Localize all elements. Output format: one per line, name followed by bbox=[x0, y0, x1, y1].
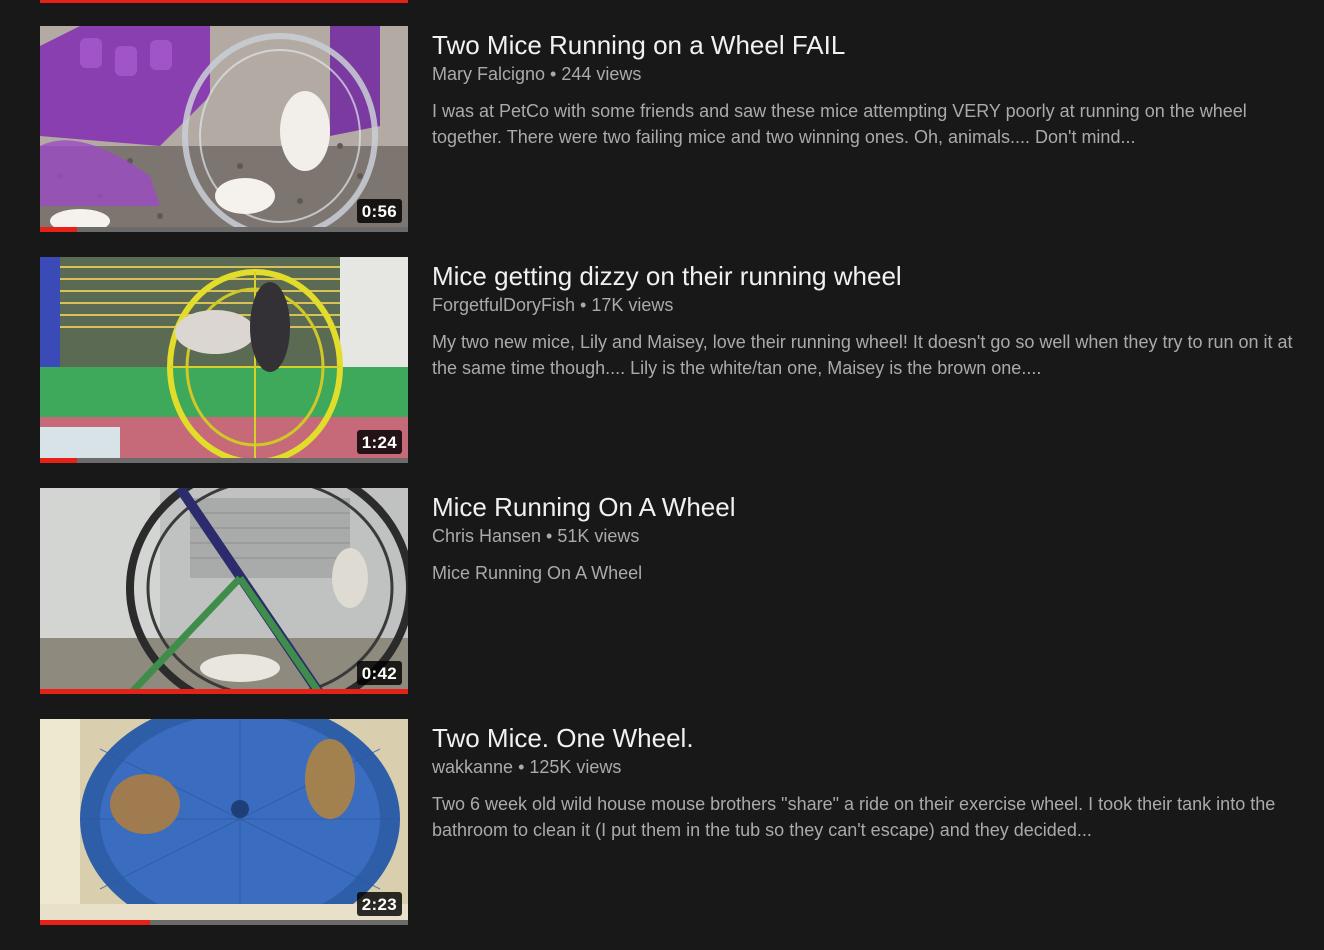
watch-progress-track bbox=[40, 458, 408, 463]
video-title[interactable]: Two Mice. One Wheel. bbox=[432, 722, 1310, 754]
video-description: I was at PetCo with some friends and saw… bbox=[432, 101, 1247, 147]
watch-progress-track bbox=[40, 920, 408, 925]
separator-dot: • bbox=[580, 295, 587, 315]
separator-dot: • bbox=[546, 526, 553, 546]
watch-progress-track bbox=[40, 227, 408, 232]
video-duration-badge: 2:23 bbox=[356, 892, 402, 916]
channel-name[interactable]: ForgetfulDoryFish bbox=[432, 295, 575, 315]
video-byline: Chris Hansen • 51K views bbox=[432, 524, 1310, 548]
video-thumbnail[interactable]: 0:56 bbox=[40, 26, 408, 232]
video-result-row[interactable]: 2:23 Two Mice. One Wheel. wakkanne • 125K … bbox=[40, 719, 1310, 925]
video-thumbnail[interactable]: 1:24 bbox=[40, 257, 408, 463]
video-byline: ForgetfulDoryFish • 17K views bbox=[432, 293, 1310, 317]
mice-black-wheel-thumbnail-icon bbox=[40, 488, 408, 694]
video-byline: Mary Falcigno • 244 views bbox=[432, 62, 1310, 86]
watch-progress-track bbox=[40, 689, 408, 694]
watch-progress-fill bbox=[40, 689, 408, 694]
video-duration-badge: 0:56 bbox=[356, 199, 402, 223]
video-meta: Mice Running On A Wheel Chris Hansen • 51K… bbox=[432, 491, 1310, 586]
watch-progress-fill bbox=[40, 458, 77, 463]
video-result-row[interactable]: 1:24 Mice getting dizzy on their running… bbox=[40, 257, 1310, 463]
view-count: 51K views bbox=[557, 526, 640, 546]
watch-progress-fill bbox=[40, 920, 151, 925]
video-thumbnail[interactable]: 2:23 bbox=[40, 719, 408, 925]
video-byline: wakkanne • 125K views bbox=[432, 755, 1310, 779]
view-count: 244 views bbox=[561, 64, 642, 84]
video-description: Two 6 week old wild house mouse brothers… bbox=[432, 794, 1276, 840]
video-meta: Mice getting dizzy on their running whee… bbox=[432, 260, 1310, 381]
watch-progress-fill bbox=[40, 227, 77, 232]
view-count: 17K views bbox=[591, 295, 674, 315]
video-meta: Two Mice Running on a Wheel FAIL Mary Fa… bbox=[432, 29, 1310, 150]
video-description: Mice Running On A Wheel bbox=[432, 563, 643, 583]
video-result-row[interactable]: 0:56 Two Mice Running on a Wheel FAIL Ma… bbox=[40, 26, 1310, 232]
previous-item-progress-bar bbox=[40, 0, 408, 3]
video-description: My two new mice, Lily and Maisey, love t… bbox=[432, 332, 1293, 378]
separator-dot: • bbox=[550, 64, 557, 84]
video-meta: Two Mice. One Wheel. wakkanne • 125K views… bbox=[432, 722, 1310, 843]
video-thumbnail[interactable]: 0:42 bbox=[40, 488, 408, 694]
video-duration-badge: 1:24 bbox=[356, 430, 402, 454]
video-result-row[interactable]: 0:42 Mice Running On A Wheel Chris Hanse… bbox=[40, 488, 1310, 694]
mice-yellow-wheel-thumbnail-icon bbox=[40, 257, 408, 463]
view-count: 125K views bbox=[529, 757, 622, 777]
video-title[interactable]: Two Mice Running on a Wheel FAIL bbox=[432, 29, 1310, 61]
channel-name[interactable]: wakkanne bbox=[432, 757, 513, 777]
mice-blue-wheel-thumbnail-icon bbox=[40, 719, 408, 925]
channel-name[interactable]: Mary Falcigno bbox=[432, 64, 545, 84]
channel-name[interactable]: Chris Hansen bbox=[432, 526, 541, 546]
separator-dot: • bbox=[518, 757, 525, 777]
video-title[interactable]: Mice getting dizzy on their running whee… bbox=[432, 260, 1310, 292]
video-title[interactable]: Mice Running On A Wheel bbox=[432, 491, 1310, 523]
mice-plastic-wheel-thumbnail-icon bbox=[40, 26, 408, 232]
video-duration-badge: 0:42 bbox=[356, 661, 402, 685]
